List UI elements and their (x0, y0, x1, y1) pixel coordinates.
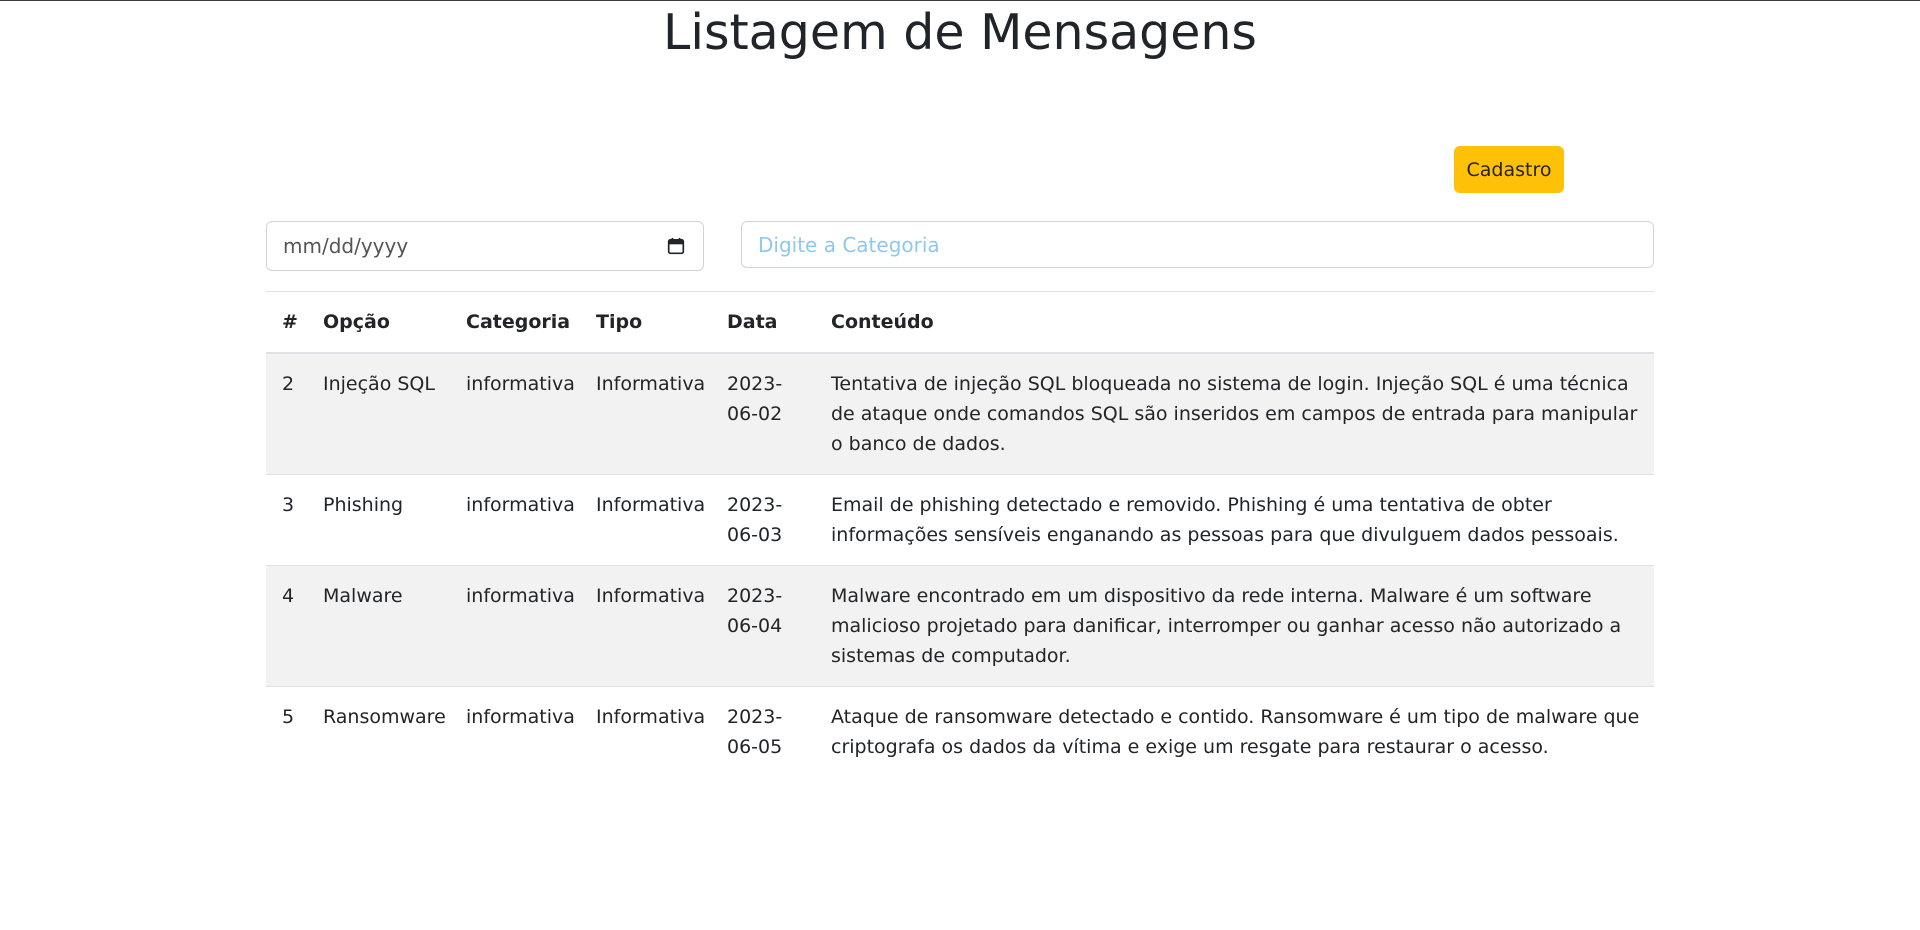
column-header-categoria: Categoria (466, 311, 571, 333)
cell-id: 2 (266, 353, 307, 475)
date-filter-placeholder: mm/dd/yyyy (283, 234, 409, 258)
cell-id: 4 (266, 565, 307, 687)
window-top-border (0, 0, 1920, 1)
cell-data: 2023-06-03 (711, 474, 815, 566)
cell-conteudo: Malware encontrado em um dispositivo da … (815, 565, 1654, 687)
table-row: 4 Malware informativa Informativa 2023-0… (266, 565, 1654, 687)
date-filter-input[interactable]: mm/dd/yyyy (266, 221, 704, 271)
cadastro-button[interactable]: Cadastro (1454, 146, 1564, 193)
cell-categoria: informativa (450, 565, 580, 687)
table-row: 3 Phishing informativa Informativa 2023-… (266, 474, 1654, 566)
messages-table: # Opção Categoria Tipo Data Conteúdo 2 I… (266, 291, 1654, 777)
table-header-row: # Opção Categoria Tipo Data Conteúdo (266, 291, 1654, 353)
page-title: Listagem de Mensagens (663, 4, 1257, 61)
cell-data: 2023-06-04 (711, 565, 815, 687)
table-header: # Opção Categoria Tipo Data Conteúdo (266, 291, 1654, 353)
cell-tipo: Informativa (580, 565, 711, 687)
category-search-input[interactable] (741, 221, 1654, 268)
cell-opcao: Ransomware (323, 706, 446, 728)
cell-categoria: informativa (466, 706, 575, 728)
cell-id: 3 (266, 474, 307, 566)
cell-tipo: Informativa (596, 706, 706, 728)
cell-categoria: informativa (450, 353, 580, 475)
cell-opcao: Phishing (307, 474, 450, 566)
column-header-tipo: Tipo (596, 311, 643, 333)
cell-categoria: informativa (450, 474, 580, 566)
table-row: 2 Injeção SQL informativa Informativa 20… (266, 353, 1654, 475)
cell-conteudo: Ataque de ransomware detectado e contido… (831, 706, 1640, 758)
column-header-conteudo: Conteúdo (831, 311, 934, 333)
column-header-data: Data (727, 311, 778, 333)
cell-data: 2023-06-02 (711, 353, 815, 475)
table-body: 2 Injeção SQL informativa Informativa 20… (266, 353, 1654, 777)
column-header-opcao: Opção (323, 311, 390, 333)
cell-conteudo: Tentativa de injeção SQL bloqueada no si… (815, 353, 1654, 475)
messages-table-container: # Opção Categoria Tipo Data Conteúdo 2 I… (266, 291, 1654, 777)
cell-tipo: Informativa (580, 474, 711, 566)
calendar-icon[interactable] (667, 237, 685, 255)
column-header-id: # (282, 311, 298, 333)
cell-opcao: Malware (307, 565, 450, 687)
cell-tipo: Informativa (580, 353, 711, 475)
table-row: 5 Ransomware informativa Informativa 202… (266, 687, 1654, 778)
cell-data: 2023-06-05 (727, 706, 783, 758)
cell-opcao: Injeção SQL (307, 353, 450, 475)
cell-conteudo: Email de phishing detectado e removido. … (815, 474, 1654, 566)
cell-id: 5 (282, 706, 295, 728)
